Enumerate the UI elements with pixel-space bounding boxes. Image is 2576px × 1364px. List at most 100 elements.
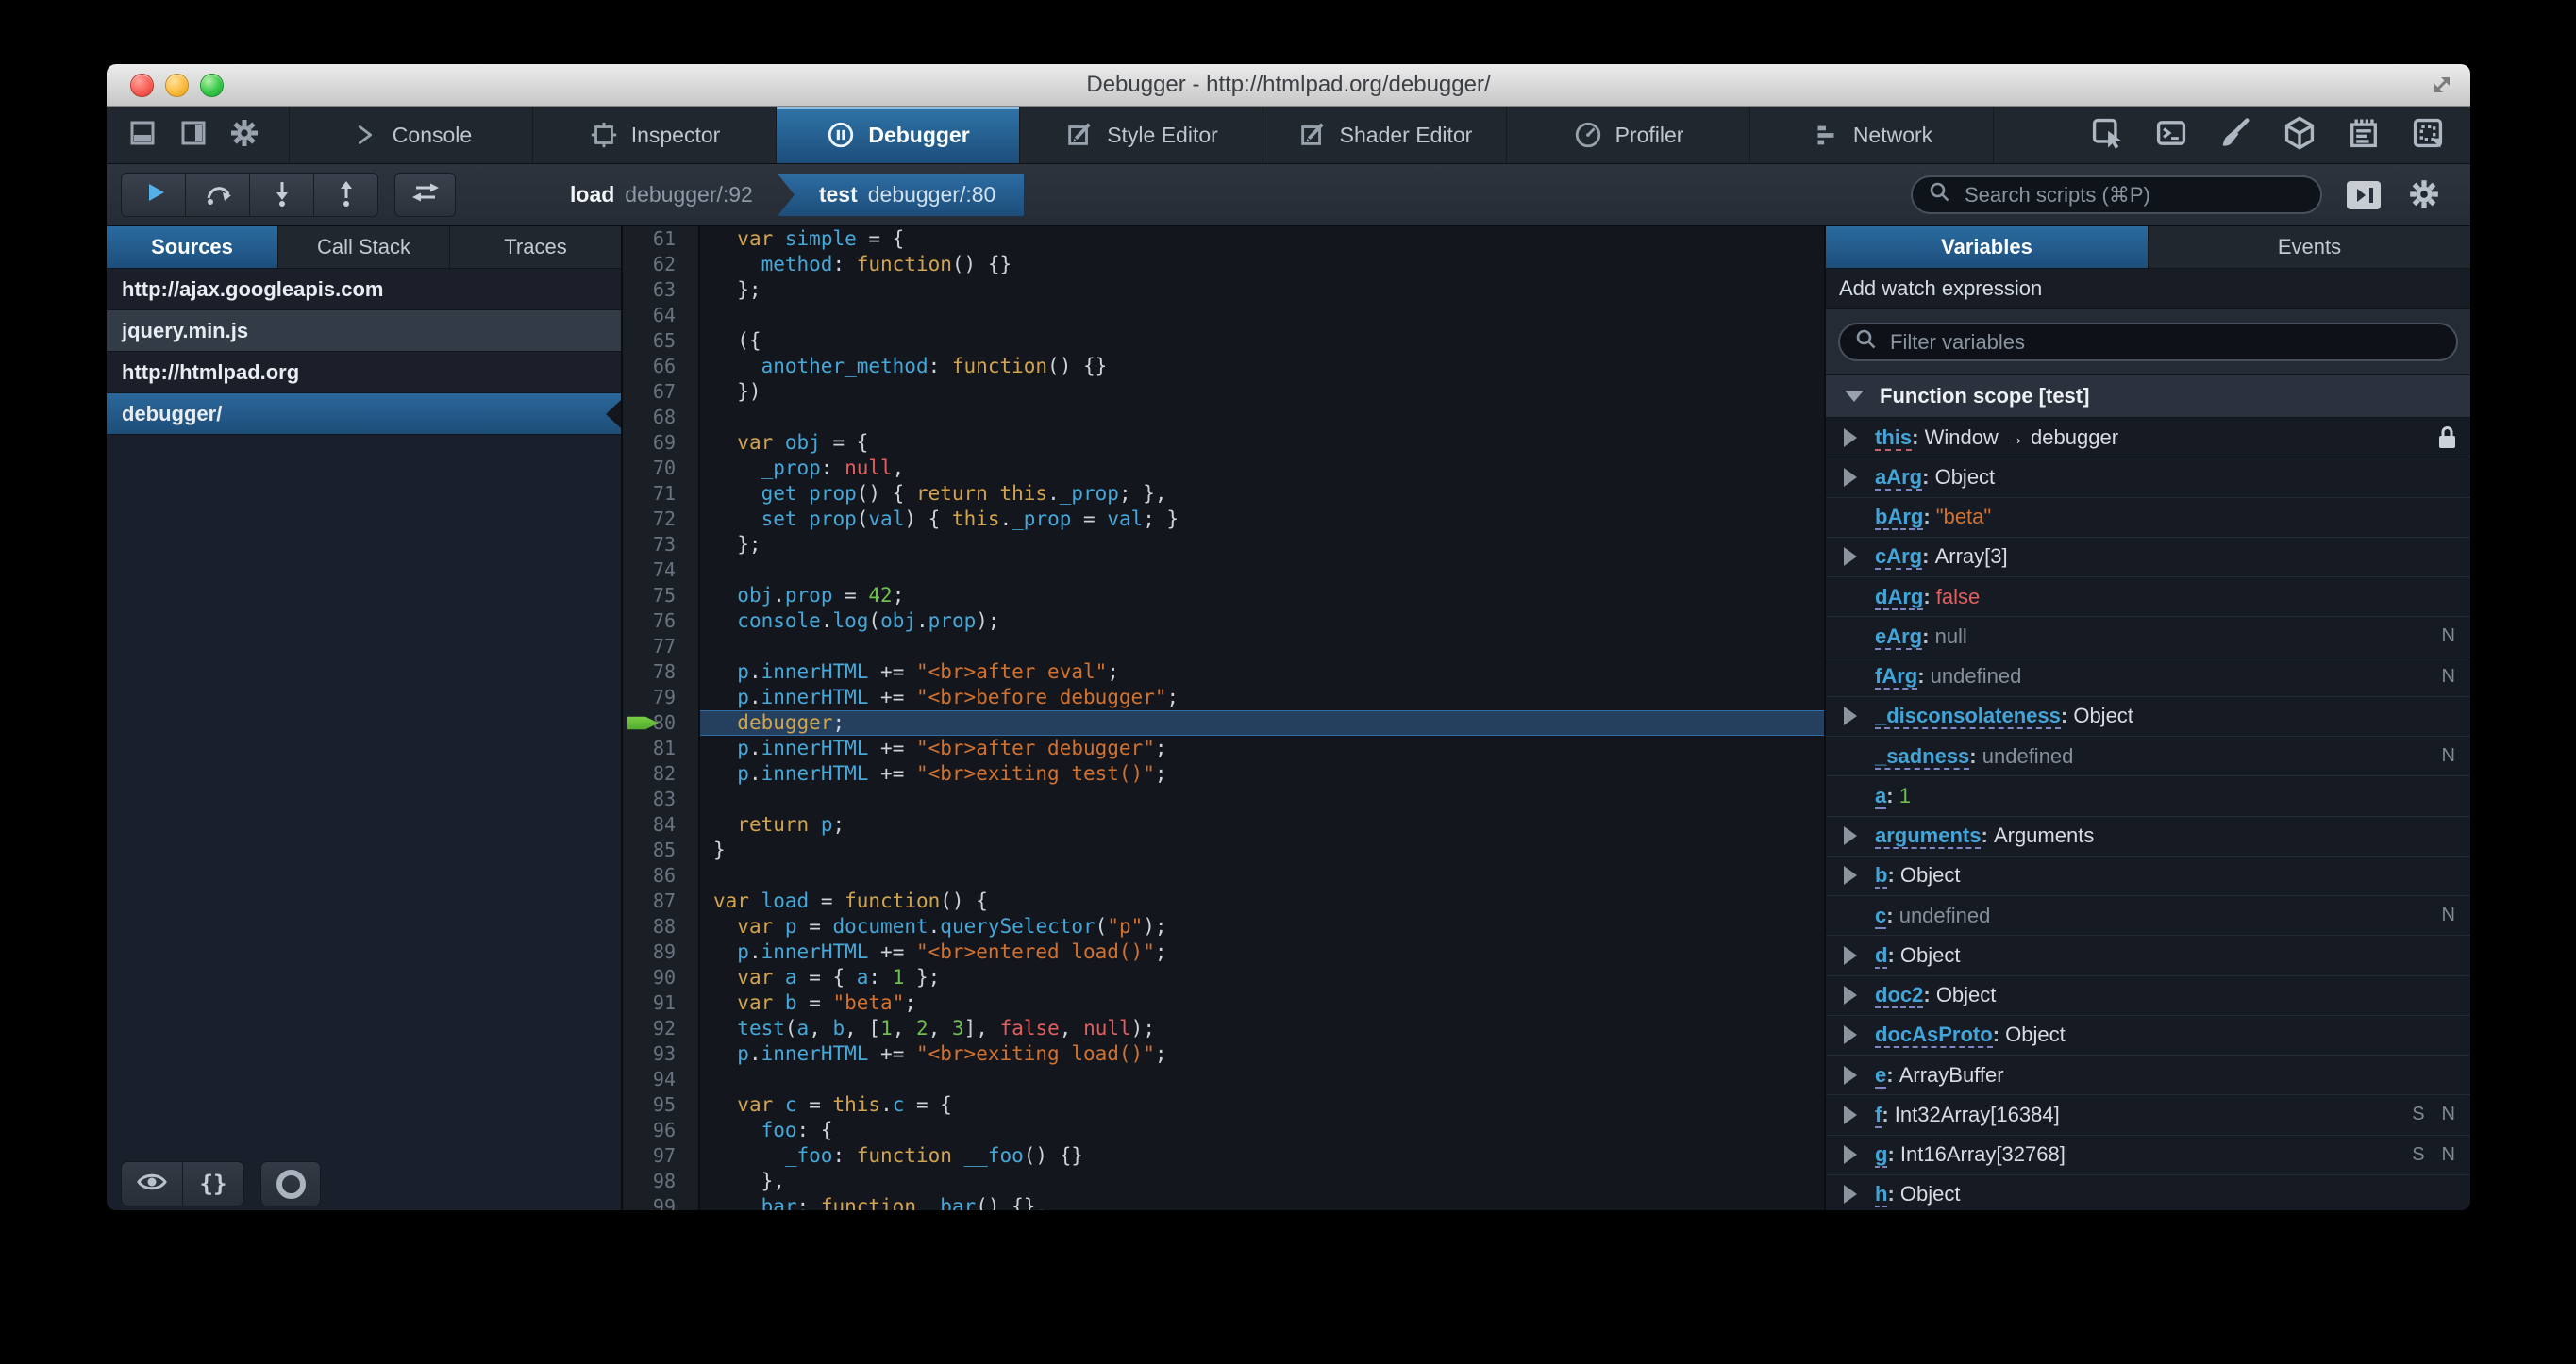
code-line[interactable]: 77 (623, 634, 1824, 659)
code-line[interactable]: 98 }, (623, 1169, 1824, 1194)
code-line[interactable]: 76 console.log(obj.prop); (623, 608, 1824, 634)
code-line[interactable]: 62 method: function() {} (623, 252, 1824, 277)
code-line[interactable]: 86 (623, 863, 1824, 889)
code-line[interactable]: 63 }; (623, 277, 1824, 303)
code-line[interactable]: 84 return p; (623, 812, 1824, 838)
variable-row[interactable]: cArg: Array[3] (1826, 537, 2470, 577)
chevron-right-icon[interactable] (1844, 1065, 1857, 1085)
code-line[interactable]: 90 var a = { a: 1 }; (623, 965, 1824, 990)
code-line[interactable]: 65 ({ (623, 328, 1824, 354)
chevron-right-icon[interactable] (1844, 1105, 1857, 1124)
code-line[interactable]: 75 obj.prop = 42; (623, 583, 1824, 608)
variables-tab-variables[interactable]: Variables (1826, 226, 2149, 268)
code-line[interactable]: 97 _foo: function __foo() {} (623, 1143, 1824, 1169)
sources-tab-call-stack[interactable]: Call Stack (278, 226, 450, 268)
variable-row[interactable]: h: Object (1826, 1174, 2470, 1210)
tab-console[interactable]: Console (290, 107, 533, 163)
tab-style-editor[interactable]: Style Editor (1020, 107, 1263, 163)
debugger-options-button[interactable] (2407, 177, 2441, 216)
chevron-right-icon[interactable] (1844, 1025, 1857, 1045)
search-scripts-box[interactable] (1911, 175, 2322, 214)
scope-header[interactable]: Function scope [test] (1826, 375, 2470, 418)
code-line[interactable]: 66 another_method: function() {} (623, 354, 1824, 379)
code-line[interactable]: 92 test(a, b, [1, 2, 3], false, null); (623, 1016, 1824, 1041)
tab-inspector[interactable]: Inspector (533, 107, 777, 163)
variable-row[interactable]: e: ArrayBuffer (1826, 1056, 2470, 1096)
variable-row[interactable]: eArg: null N (1826, 617, 2470, 657)
resize-grippy-icon[interactable] (2429, 72, 2455, 103)
code-line[interactable]: 94 (623, 1067, 1824, 1092)
code-line[interactable]: 85} (623, 838, 1824, 863)
code-line[interactable]: 72 set prop(val) { this._prop = val; } (623, 507, 1824, 532)
variable-row[interactable]: doc2: Object (1826, 975, 2470, 1016)
source-item[interactable]: debugger/ (107, 393, 621, 435)
variable-row[interactable]: d: Object (1826, 936, 2470, 976)
code-line[interactable]: 95 var c = this.c = { (623, 1092, 1824, 1118)
variable-row[interactable]: a: 1 (1826, 776, 2470, 817)
toggle-tracing-button[interactable] (394, 173, 456, 217)
code-line[interactable]: 88 var p = document.querySelector("p"); (623, 914, 1824, 940)
code-line[interactable]: 69 var obj = { (623, 430, 1824, 456)
code-line[interactable]: 87 var load = function() { (623, 889, 1824, 914)
minimize-window-button[interactable] (165, 74, 189, 97)
tilt-3d-button[interactable] (2282, 115, 2317, 156)
code-editor[interactable]: 61 var simple = {62 method: function() {… (623, 226, 1824, 1210)
code-line[interactable]: 71 get prop() { return this._prop; }, (623, 481, 1824, 507)
scratchpad-button[interactable] (2346, 115, 2382, 156)
pretty-print-button[interactable]: {} (182, 1161, 244, 1206)
toggle-panes-button[interactable] (2345, 179, 2383, 211)
filter-variables-input[interactable] (1888, 328, 2442, 356)
dock-side-button[interactable] (173, 114, 214, 156)
variable-row[interactable]: f: Int32Array[16384] S N (1826, 1095, 2470, 1136)
code-line[interactable]: 78 p.innerHTML += "<br>after eval"; (623, 659, 1824, 685)
code-line[interactable]: 96 foo: { (623, 1118, 1824, 1143)
code-line[interactable]: 79 p.innerHTML += "<br>before debugger"; (623, 685, 1824, 710)
sources-tab-sources[interactable]: Sources (107, 226, 278, 268)
chevron-right-icon[interactable] (1844, 986, 1857, 1006)
tab-profiler[interactable]: Profiler (1507, 107, 1750, 163)
dock-bottom-button[interactable] (122, 114, 163, 156)
chevron-right-icon[interactable] (1844, 707, 1857, 726)
variable-row[interactable]: g: Int16Array[32768] S N (1826, 1135, 2470, 1175)
chevron-right-icon[interactable] (1844, 866, 1857, 886)
tab-debugger[interactable]: Debugger (777, 107, 1020, 163)
code-line[interactable]: 81 p.innerHTML += "<br>after debugger"; (623, 736, 1824, 761)
tab-network[interactable]: Network (1750, 107, 1994, 163)
variable-row[interactable]: aArg: Object (1826, 457, 2470, 498)
split-console-button[interactable] (2153, 115, 2189, 156)
variable-row[interactable]: arguments: Arguments (1826, 816, 2470, 857)
code-line[interactable]: 83 (623, 787, 1824, 812)
filter-variables-box[interactable] (1838, 323, 2458, 361)
tab-shader-editor[interactable]: Shader Editor (1263, 107, 1507, 163)
chevron-right-icon[interactable] (1844, 1145, 1857, 1165)
variable-row[interactable]: bArg: "beta" (1826, 497, 2470, 538)
code-line[interactable]: 80 debugger; (623, 710, 1824, 736)
close-window-button[interactable] (130, 74, 154, 97)
step-over-button[interactable] (185, 173, 250, 217)
code-line[interactable]: 74 (623, 557, 1824, 583)
step-in-button[interactable] (249, 173, 314, 217)
chevron-right-icon[interactable] (1844, 427, 1857, 447)
breadcrumb[interactable]: load debugger/:92 (545, 174, 778, 216)
chevron-right-icon[interactable] (1844, 826, 1857, 846)
code-line[interactable]: 93 p.innerHTML += "<br>exiting load()"; (623, 1041, 1824, 1067)
add-watch-expression[interactable]: Add watch expression (1826, 269, 2470, 309)
code-line[interactable]: 61 var simple = { (623, 226, 1824, 252)
resume-button[interactable] (121, 173, 186, 217)
code-line[interactable]: 70 _prop: null, (623, 456, 1824, 481)
variables-tab-events[interactable]: Events (2149, 226, 2470, 268)
variable-row[interactable]: dArg: false (1826, 577, 2470, 618)
source-item[interactable]: http://ajax.googleapis.com (107, 269, 621, 310)
search-scripts-input[interactable] (1963, 181, 2305, 208)
variable-row[interactable]: docAsProto: Object (1826, 1015, 2470, 1056)
variable-row[interactable]: b: Object (1826, 856, 2470, 896)
code-line[interactable]: 64 (623, 303, 1824, 328)
code-line[interactable]: 68 (623, 405, 1824, 430)
step-out-button[interactable] (313, 173, 378, 217)
chevron-right-icon[interactable] (1844, 1185, 1857, 1205)
code-line[interactable]: 82 p.innerHTML += "<br>exiting test()"; (623, 761, 1824, 787)
chevron-right-icon[interactable] (1844, 547, 1857, 567)
code-line[interactable]: 67 }) (623, 379, 1824, 405)
responsive-mode-button[interactable] (2410, 115, 2446, 156)
chevron-right-icon[interactable] (1844, 467, 1857, 487)
